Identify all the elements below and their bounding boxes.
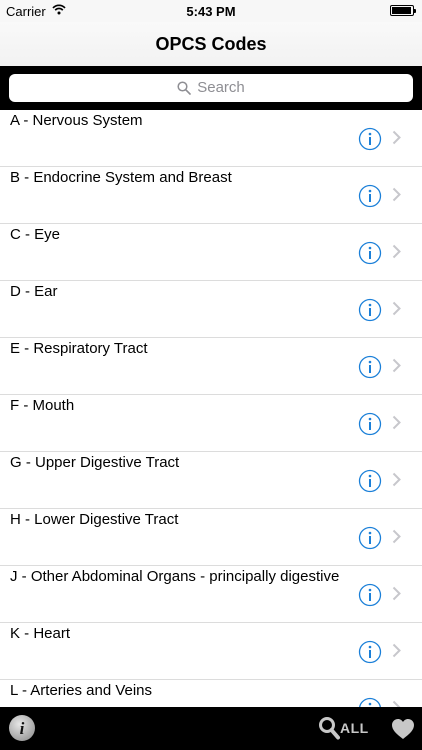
- list-item-label: A - Nervous System: [10, 112, 143, 129]
- list-item-label: B - Endocrine System and Breast: [10, 169, 232, 186]
- search-placeholder: Search: [197, 79, 245, 96]
- list-item[interactable]: L - Arteries and Veins: [0, 680, 422, 707]
- chevron-right-icon: [392, 358, 401, 373]
- info-icon[interactable]: [358, 412, 382, 436]
- info-icon[interactable]: [358, 640, 382, 664]
- list-item[interactable]: F - Mouth: [0, 395, 422, 452]
- search-bar: Search: [0, 66, 422, 110]
- bottom-toolbar: i ALL: [0, 707, 422, 750]
- navigation-bar: OPCS Codes: [0, 22, 422, 66]
- list-item-label: J - Other Abdominal Organs - principally…: [10, 568, 340, 585]
- list-item[interactable]: K - Heart: [0, 623, 422, 680]
- chevron-right-icon: [392, 586, 401, 601]
- list-item-label: G - Upper Digestive Tract: [10, 454, 180, 471]
- chevron-right-icon: [392, 130, 401, 145]
- chevron-right-icon: [392, 529, 401, 544]
- info-icon[interactable]: [358, 184, 382, 208]
- chevron-right-icon: [392, 301, 401, 316]
- chevron-right-icon: [392, 472, 401, 487]
- info-icon[interactable]: [358, 298, 382, 322]
- search-input[interactable]: Search: [9, 74, 413, 102]
- info-icon[interactable]: [358, 355, 382, 379]
- app-info-icon[interactable]: i: [8, 714, 36, 742]
- chevron-right-icon: [392, 187, 401, 202]
- list-item[interactable]: H - Lower Digestive Tract: [0, 509, 422, 566]
- search-all-button[interactable]: ALL: [340, 720, 369, 736]
- status-bar: Carrier 5:43 PM: [0, 0, 422, 22]
- list-item[interactable]: G - Upper Digestive Tract: [0, 452, 422, 509]
- search-all-icon[interactable]: [318, 716, 340, 740]
- info-icon[interactable]: [358, 241, 382, 265]
- info-icon[interactable]: [358, 127, 382, 151]
- list-item-label: H - Lower Digestive Tract: [10, 511, 179, 528]
- chapter-list: A - Nervous System B - Endocrine System …: [0, 110, 422, 707]
- list-item-label: C - Eye: [10, 226, 61, 243]
- list-item[interactable]: D - Ear: [0, 281, 422, 338]
- list-item-label: E - Respiratory Tract: [10, 340, 148, 357]
- list-item-label: F - Mouth: [10, 397, 75, 414]
- list-item[interactable]: J - Other Abdominal Organs - principally…: [0, 566, 422, 623]
- list-item-label: L - Arteries and Veins: [10, 682, 153, 699]
- info-icon[interactable]: [358, 583, 382, 607]
- list-item[interactable]: B - Endocrine System and Breast: [0, 167, 422, 224]
- page-title: OPCS Codes: [155, 34, 267, 54]
- list-item[interactable]: E - Respiratory Tract: [0, 338, 422, 395]
- list-item[interactable]: C - Eye: [0, 224, 422, 281]
- chevron-right-icon: [392, 700, 401, 707]
- list-item-label: K - Heart: [10, 625, 71, 642]
- svg-text:i: i: [20, 719, 25, 738]
- info-icon[interactable]: [358, 526, 382, 550]
- info-icon[interactable]: [358, 697, 382, 707]
- heart-icon[interactable]: [391, 718, 415, 740]
- clock: 5:43 PM: [186, 4, 236, 19]
- battery-icon: [390, 5, 416, 16]
- list-item[interactable]: A - Nervous System: [0, 110, 422, 167]
- chevron-right-icon: [392, 415, 401, 430]
- chevron-right-icon: [392, 244, 401, 259]
- search-icon: [177, 81, 192, 95]
- chevron-right-icon: [392, 643, 401, 658]
- list-item-label: D - Ear: [10, 283, 58, 300]
- info-icon[interactable]: [358, 469, 382, 493]
